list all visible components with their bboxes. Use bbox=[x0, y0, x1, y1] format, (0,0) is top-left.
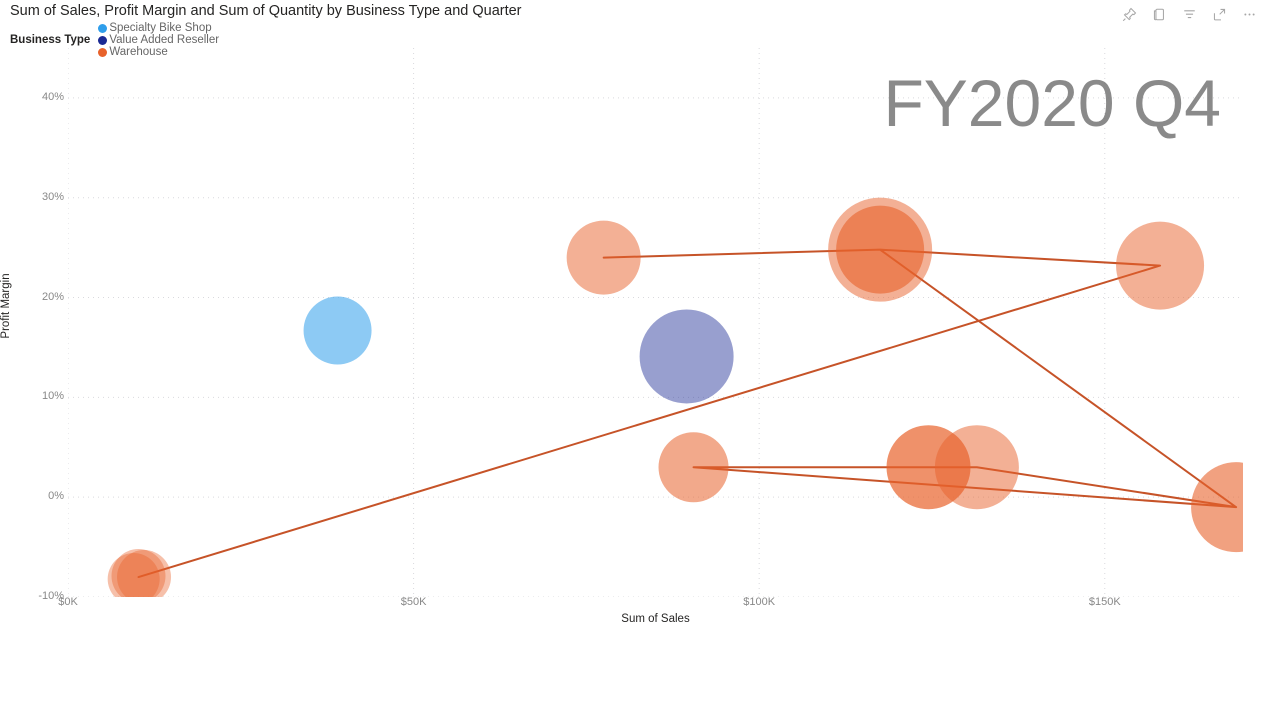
focus-mode-icon[interactable] bbox=[1211, 6, 1228, 23]
y-axis-tick-label: 20% bbox=[41, 290, 64, 303]
page-title: Sum of Sales, Profit Margin and Sum of Q… bbox=[10, 3, 522, 19]
x-axis-tick-label: $100K bbox=[743, 596, 776, 608]
scatter-chart-visual: Sum of Sales, Profit Margin and Sum of Q… bbox=[0, 0, 1264, 720]
bubble-current[interactable] bbox=[1191, 462, 1243, 553]
y-axis-tick-label: 10% bbox=[41, 390, 64, 403]
legend-swatch-icon bbox=[98, 23, 108, 33]
y-axis-tick-label: -10% bbox=[38, 590, 64, 602]
legend-item-label: Specialty Bike Shop bbox=[109, 22, 212, 34]
y-axis-tick-label: 30% bbox=[41, 190, 64, 203]
more-options-icon[interactable] bbox=[1241, 6, 1258, 23]
bubble-current[interactable] bbox=[303, 296, 372, 365]
y-axis-tick-label: 40% bbox=[41, 90, 64, 103]
x-axis-tick-label: $0K bbox=[58, 596, 78, 608]
legend-swatch-icon bbox=[98, 35, 108, 45]
play-axis: FY2018 Q1FY2018 Q2FY2018 Q3FY2018 Q4FY20… bbox=[0, 624, 1264, 720]
filter-icon[interactable] bbox=[1181, 6, 1198, 23]
bubble-current[interactable] bbox=[639, 309, 734, 404]
x-axis-tick-label: $150K bbox=[1088, 596, 1121, 608]
bubble-trail[interactable] bbox=[566, 220, 641, 295]
bubble-trail[interactable] bbox=[1116, 221, 1205, 310]
legend-item-label: Value Added Reseller bbox=[109, 34, 220, 46]
legend: Business Type Specialty Bike Shop Value A… bbox=[10, 22, 227, 58]
pin-icon[interactable] bbox=[1121, 6, 1138, 23]
y-axis-ticks: -10% 0% 10% 20% 30% 40% bbox=[0, 48, 64, 602]
legend-item-specialty-bike-shop[interactable]: Specialty Bike Shop bbox=[98, 22, 219, 34]
scatter-plot-canvas[interactable] bbox=[68, 48, 1243, 597]
x-axis-ticks: $0K $50K $100K $150K bbox=[58, 596, 1243, 614]
visual-toolbar bbox=[1121, 4, 1258, 24]
trail-line bbox=[137, 248, 1238, 579]
filter-book-icon[interactable] bbox=[1151, 6, 1168, 23]
bubbles[interactable] bbox=[107, 197, 1243, 597]
x-axis-tick-label: $50K bbox=[400, 596, 427, 608]
bubble-trail[interactable] bbox=[934, 425, 1019, 510]
trail-lines bbox=[137, 248, 1238, 579]
plot-area[interactable]: FY2020 Q4 bbox=[68, 48, 1243, 597]
legend-item-value-added-reseller[interactable]: Value Added Reseller bbox=[98, 34, 219, 46]
bubble-trail[interactable] bbox=[836, 205, 925, 294]
bubble-trail[interactable] bbox=[658, 432, 729, 503]
legend-title: Business Type bbox=[10, 34, 91, 46]
y-axis-tick-label: 0% bbox=[48, 490, 64, 503]
